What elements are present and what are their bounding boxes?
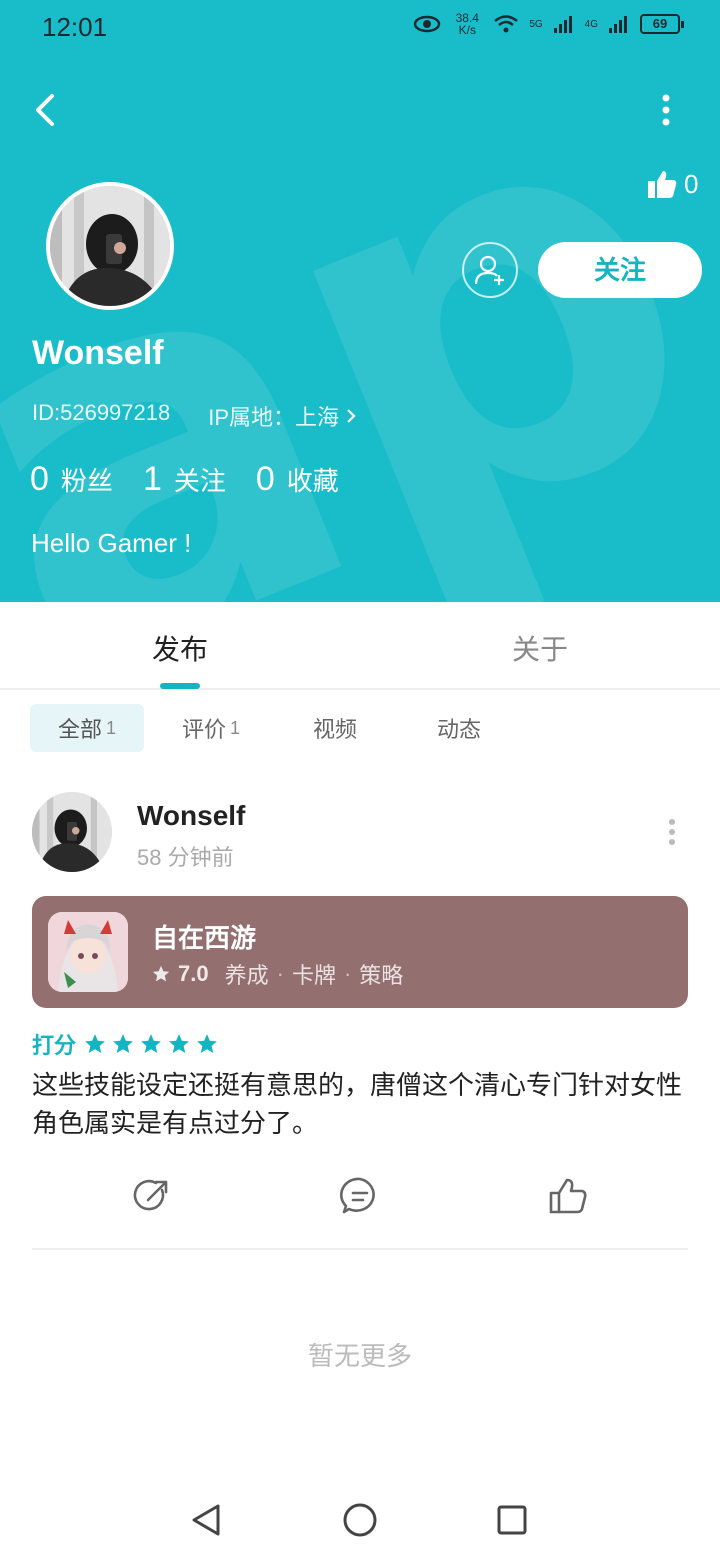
stat-value: 0 [30,460,49,498]
share-icon[interactable] [132,1176,172,1216]
profile-username: Wonself [32,334,164,372]
star-icon [169,1034,189,1054]
profile-meta: ID:526997218 IP属地：上海 [32,400,357,432]
signal-bars-icon [553,16,572,33]
game-art [48,912,128,992]
add-friend-icon [474,255,504,285]
thumb-up-icon [648,171,677,198]
tab-about[interactable]: 关于 [440,628,640,668]
star-icon [85,1034,105,1054]
filter-label: 评价 [181,717,226,742]
game-tag: 养成 [224,963,269,988]
wifi-icon [494,15,519,33]
profile-stats: 0 粉丝 1 关注 0 收藏 [30,460,339,499]
signal-4g: 4G [584,18,598,30]
stat-label: 收藏 [286,466,339,496]
stat-fans[interactable]: 0 粉丝 [30,460,113,499]
status-time: 12:01 [42,12,108,42]
star-icon [141,1034,161,1054]
star-icon [152,965,170,982]
rating-label: 打分 [32,1033,77,1058]
stat-label: 关注 [173,466,226,496]
game-tag: 策略 [359,963,404,988]
likes-count: 0 [684,168,699,199]
ip-location-label: IP属地：上海 [208,405,340,430]
system-nav-bar [0,1480,720,1560]
post-username[interactable]: Wonself [137,800,245,832]
nav-back-icon[interactable] [186,1500,226,1540]
filter-count: 1 [230,717,241,738]
rating-stars [84,1033,218,1055]
game-tag: 卡牌 [291,963,336,988]
divider [32,1248,688,1250]
ip-location[interactable]: IP属地：上海 [208,400,357,432]
signal-5g: 5G [529,18,543,30]
star-icon [197,1034,217,1054]
filter-moments[interactable]: 动态 [402,704,516,752]
back-icon[interactable] [28,90,64,130]
status-bar: 12:01 38.4 K/s 5G 4G 69 [0,0,720,56]
game-icon [48,912,128,992]
post-avatar[interactable] [32,792,112,872]
status-icons: 38.4 K/s 5G 4G 69 [413,11,684,37]
like-icon[interactable] [548,1176,588,1216]
post-content[interactable]: 这些技能设定还挺有意思的，唐僧这个清心专门针对女性角色属实是有点过分了。 [32,1066,692,1142]
no-more-text: 暂无更多 [307,1341,412,1371]
game-title: 自在西游 [152,923,257,953]
filter-label: 视频 [312,717,357,742]
filter-count: 1 [106,717,117,738]
filter-reviews[interactable]: 评价 1 [154,704,268,752]
eye-icon [414,15,441,33]
battery-icon: 69 [640,14,684,34]
avatar[interactable] [46,182,174,310]
net-speed: 38.4 K/s [455,11,479,37]
profile-tabs: 发布 关于 [0,602,720,690]
profile-header: ap 12:01 38.4 K/s 5G 4G 69 0 关注 Wonself … [0,0,720,602]
comment-icon[interactable] [340,1176,380,1216]
stat-label: 粉丝 [60,466,113,496]
post-rating: 打分 [32,1028,218,1060]
post-actions [0,1176,720,1220]
stat-favorites[interactable]: 0 收藏 [256,460,339,499]
stat-value: 0 [255,460,275,498]
game-card[interactable]: 自在西游 7.0 养成 · 卡牌 · 策略 [32,896,688,1008]
filter-chips: 全部 1 评价 1 视频 动态 [30,704,516,752]
filter-label: 动态 [436,717,481,742]
avatar-photo [32,792,112,872]
more-icon[interactable] [652,90,680,130]
filter-label: 全部 [57,717,102,742]
profile-bio: Hello Gamer ! [31,528,192,558]
profile-likes[interactable]: 0 [646,168,698,200]
star-icon [113,1034,133,1054]
nav-home-icon[interactable] [340,1500,380,1540]
user-id: ID:526997218 [32,400,171,425]
nav-recent-icon[interactable] [492,1500,532,1540]
game-rating: 7.0 [178,961,209,986]
add-friend-button[interactable] [462,242,518,298]
filter-videos[interactable]: 视频 [278,704,392,752]
more-icon[interactable] [660,814,684,854]
tag-separator: · [276,961,284,986]
game-meta: 7.0 养成 · 卡牌 · 策略 [152,958,403,990]
stat-value: 1 [142,460,162,498]
tag-separator: · [343,961,352,986]
tab-posts[interactable]: 发布 [80,628,280,668]
follow-button[interactable]: 关注 [538,242,702,298]
tab-indicator [160,683,200,689]
chevron-right-icon [347,409,356,423]
filter-all[interactable]: 全部 1 [30,704,144,752]
post-time: 58 分钟前 [137,845,234,870]
stat-following[interactable]: 1 关注 [143,460,226,499]
signal-bars-icon [609,16,627,33]
